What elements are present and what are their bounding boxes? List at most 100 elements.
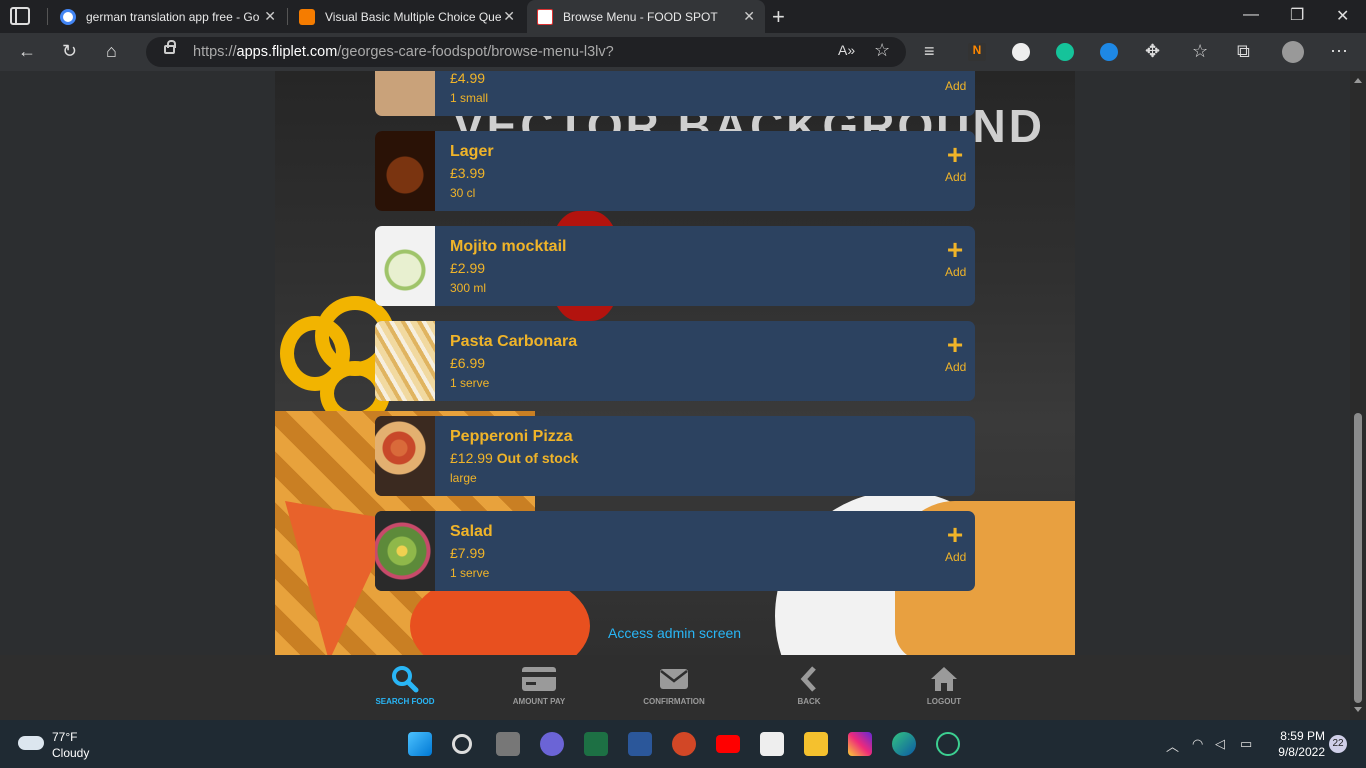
plus-icon: +	[946, 234, 964, 265]
powerpoint-icon[interactable]	[672, 732, 696, 756]
new-tab-icon[interactable]: +	[772, 4, 785, 30]
battery-icon[interactable]: ▭	[1240, 736, 1252, 752]
close-tab-icon[interactable]: ✕	[743, 8, 755, 25]
item-unit: 1 serve	[450, 566, 490, 580]
item-price: £2.99	[450, 260, 486, 276]
excel-icon[interactable]	[584, 732, 608, 756]
food-spot-favicon-icon	[537, 8, 553, 25]
plus-icon: +	[946, 519, 964, 550]
start-icon[interactable]	[408, 732, 432, 756]
add-button[interactable]: + Add	[945, 234, 967, 280]
browser-toolbar: ← ↻ ⌂ https://apps.fliplet.com/georges-c…	[0, 33, 1366, 71]
item-name: Salad	[450, 523, 493, 540]
restore-icon[interactable]: ❐	[1290, 5, 1304, 25]
item-unit: 30 cl	[450, 186, 476, 200]
item-unit: 1 serve	[450, 376, 490, 390]
scrollbar-thumb[interactable]	[1354, 413, 1362, 703]
close-tab-icon[interactable]: ✕	[503, 8, 515, 25]
favorite-star-icon[interactable]: ☆	[874, 40, 890, 61]
add-button[interactable]: Add	[945, 76, 966, 93]
clock-time: 8:59 PM	[1280, 729, 1325, 743]
item-name: Pasta Carbonara	[450, 333, 578, 350]
food-thumbnail	[375, 416, 435, 496]
item-price: £7.99	[450, 545, 486, 561]
chevron-left-icon	[769, 663, 849, 695]
food-spot-app: VECTOR BACKGROUND £4.99 1 small Add Lage…	[275, 71, 1075, 655]
lock-icon[interactable]	[164, 40, 176, 54]
add-button[interactable]: + Add	[945, 141, 967, 185]
search-icon[interactable]	[452, 734, 472, 754]
address-bar[interactable]: https://apps.fliplet.com/georges-care-fo…	[146, 37, 906, 67]
clock-date: 9/8/2022	[1278, 745, 1325, 759]
windows-taskbar: 77°F Cloudy ︿ ◠ ◁ ▭ 8:59 PM 9/8/2022 22	[0, 720, 1366, 768]
favorites-icon[interactable]: ☆	[1192, 41, 1208, 62]
instagram-icon[interactable]	[848, 732, 872, 756]
nav-search-food[interactable]: SEARCH FOOD	[365, 663, 445, 706]
nav-amount-pay[interactable]: AMOUNT PAY	[499, 663, 579, 706]
nav-confirmation[interactable]: CONFIRMATION	[634, 663, 714, 706]
item-price: £6.99	[450, 355, 486, 371]
file-explorer-icon[interactable]	[804, 732, 828, 756]
task-view-icon[interactable]	[496, 732, 520, 756]
profile-avatar[interactable]	[1282, 41, 1304, 63]
extension-play-icon[interactable]	[1100, 43, 1118, 61]
chat-icon[interactable]	[540, 732, 564, 756]
extensions-puzzle-icon[interactable]: ✥	[1145, 41, 1160, 62]
notion-icon[interactable]	[760, 732, 784, 756]
page-viewport: VECTOR BACKGROUND £4.99 1 small Add Lage…	[0, 71, 1350, 655]
add-label: Add	[945, 170, 967, 184]
close-tab-icon[interactable]: ✕	[264, 8, 276, 25]
weather-temp: 77°F	[52, 730, 78, 744]
refresh-icon[interactable]: ↻	[62, 41, 77, 62]
nav-logout[interactable]: LOGOUT	[904, 663, 984, 706]
word-icon[interactable]	[628, 732, 652, 756]
item-price: £4.99	[450, 71, 486, 86]
tab-visual-basic[interactable]: Visual Basic Multiple Choice Que ✕	[289, 0, 525, 33]
notification-badge[interactable]: 22	[1329, 735, 1347, 753]
edge-icon[interactable]	[892, 732, 916, 756]
tab-actions-icon[interactable]	[10, 7, 30, 25]
extension-n-icon[interactable]: N	[968, 43, 986, 61]
search-icon	[365, 663, 445, 695]
home-icon[interactable]: ⌂	[106, 41, 117, 62]
item-unit: 1 small	[450, 91, 489, 105]
add-label: Add	[945, 360, 967, 374]
menu-item-card[interactable]: Lager £3.99 30 cl + Add	[375, 131, 975, 211]
tab-google-translate[interactable]: german translation app free - Go ✕	[50, 0, 286, 33]
tab-food-spot[interactable]: Browse Menu - FOOD SPOT ✕	[527, 0, 765, 33]
admin-screen-link[interactable]: Access admin screen	[608, 625, 741, 641]
clock[interactable]: 8:59 PM 9/8/2022	[1270, 728, 1325, 760]
nav-back[interactable]: BACK	[769, 663, 849, 706]
extension-clock-icon[interactable]	[1012, 43, 1030, 61]
grammarly-icon[interactable]	[1056, 43, 1074, 61]
nav-label: BACK	[797, 697, 821, 706]
collections-icon[interactable]: ⧉	[1237, 41, 1250, 62]
upwork-icon[interactable]	[936, 732, 960, 756]
url-text[interactable]: https://apps.fliplet.com/georges-care-fo…	[193, 44, 614, 60]
volume-icon[interactable]: ◁	[1215, 736, 1225, 752]
add-button[interactable]: + Add	[945, 519, 966, 565]
youtube-icon[interactable]	[716, 735, 740, 753]
menu-item-card[interactable]: Pepperoni Pizza £12.99 Out of stock larg…	[375, 416, 975, 496]
menu-item-card[interactable]: Salad £7.99 1 serve + Add	[375, 511, 975, 591]
add-button[interactable]: + Add	[945, 329, 967, 375]
read-aloud-icon[interactable]: A»	[838, 42, 855, 58]
item-unit: 300 ml	[450, 281, 487, 295]
page-scrollbar[interactable]	[1350, 71, 1366, 720]
menu-item-card[interactable]: Mojito mocktail £2.99 300 ml + Add	[375, 226, 975, 306]
close-window-icon[interactable]: ✕	[1336, 6, 1349, 26]
menu-item-card[interactable]: Pasta Carbonara £6.99 1 serve + Add	[375, 321, 975, 401]
minimize-icon[interactable]: —	[1243, 6, 1259, 24]
wifi-icon[interactable]: ◠	[1192, 736, 1203, 752]
add-label: Add	[945, 265, 967, 279]
menu-item-card[interactable]: £4.99 1 small Add	[375, 71, 975, 116]
scroll-down-icon[interactable]	[1354, 707, 1362, 716]
reading-list-icon[interactable]: ≡	[924, 41, 935, 62]
chevron-up-icon[interactable]: ︿	[1166, 736, 1179, 755]
plus-icon: +	[946, 329, 964, 360]
scroll-up-icon[interactable]	[1354, 74, 1362, 83]
back-arrow-icon[interactable]: ←	[18, 41, 36, 62]
food-thumbnail	[375, 511, 435, 591]
more-menu-icon[interactable]: ⋯	[1330, 41, 1348, 62]
food-thumbnail	[375, 226, 435, 306]
